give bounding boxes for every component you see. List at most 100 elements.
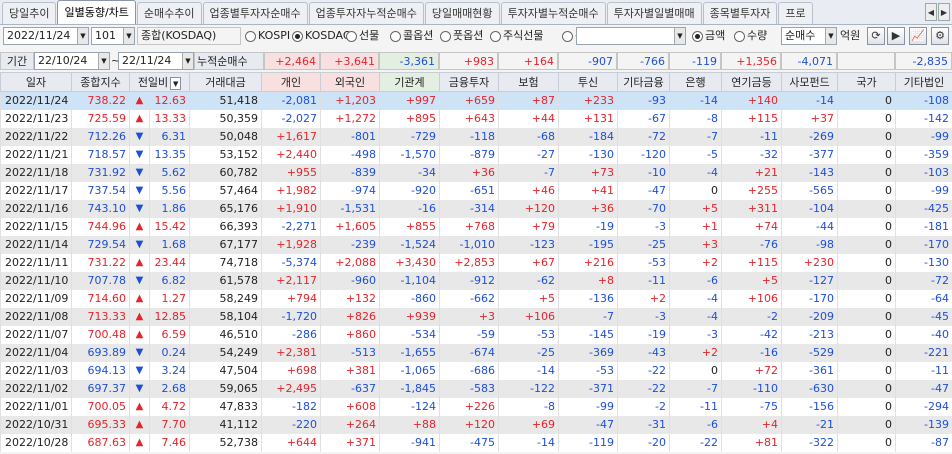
chevron-down-icon[interactable]: ▼ — [123, 28, 134, 44]
col-index[interactable]: 종합지수 — [71, 72, 130, 92]
cell-net-buy: -145 — [558, 325, 618, 344]
cell-net-buy: -72 — [617, 127, 670, 146]
table-row[interactable]: 2022/10/31 695.33 ▲ 7.70 41,112 -220 +264 +88 +1… — [0, 415, 952, 434]
table-row[interactable]: 2022/11/10 707.78 ▼ 6.82 61,578 +2,117 -960 -1,… — [0, 271, 952, 290]
tab-next-icon[interactable]: ▶ — [938, 3, 950, 21]
table-row[interactable]: 2022/11/07 700.48 ▲ 6.59 46,510 -286 +860 -534-… — [0, 325, 952, 344]
gear-icon[interactable]: ⚙ — [931, 27, 949, 45]
cell-net-buy: +1,605 — [320, 217, 380, 236]
table-row[interactable]: 2022/11/08 713.33 ▲ 12.85 58,104 -1,720 +826 +9… — [0, 307, 952, 326]
col-foreign[interactable]: 외국인 — [320, 72, 380, 92]
market-code-select[interactable]: 101 ▼ — [91, 27, 135, 45]
radio-icon[interactable] — [292, 30, 303, 42]
table-row[interactable]: 2022/11/18 731.92 ▼ 5.62 60,782 +955 -839 -34 +3… — [0, 163, 952, 182]
radio-icon[interactable] — [390, 30, 401, 42]
table-row[interactable]: 2022/11/11 731.22 ▲ 23.44 74,718 -5,374 +2,088… — [0, 253, 952, 272]
tab-2[interactable]: 순매수추이 — [136, 2, 202, 24]
col-other-corp[interactable]: 기타법인 — [895, 72, 952, 92]
cum-value: +3,641 — [320, 52, 379, 70]
radio-icon[interactable] — [490, 30, 501, 42]
col-institution[interactable]: 기관계 — [379, 72, 440, 92]
table-row[interactable]: 2022/11/24 738.22 ▲ 12.63 51,418 -2,081 +1,203… — [0, 91, 952, 110]
mode-select[interactable]: 순매수 ▼ — [781, 27, 837, 45]
col-financial-investment[interactable]: 금융투자 — [439, 72, 499, 92]
cell-net-buy: 0 — [837, 199, 896, 218]
cell-net-buy: -104 — [781, 199, 838, 218]
table-row[interactable]: 2022/11/22 712.26 ▼ 6.31 50,048 +1,617 -801 -72… — [0, 127, 952, 146]
weekly-option-select[interactable]: ▼ — [576, 27, 686, 45]
col-individual[interactable]: 개인 — [261, 72, 321, 92]
chevron-down-icon[interactable]: ▼ — [674, 28, 685, 44]
tab-6[interactable]: 투자자별누적순매수 — [500, 2, 606, 24]
table-row[interactable]: 2022/11/03 694.13 ▼ 3.24 47,504 +698 +381 -1,06… — [0, 361, 952, 380]
cell-volume: 67,177 — [189, 235, 262, 254]
cell-net-buy: +768 — [439, 217, 499, 236]
table-row[interactable]: 2022/11/01 700.05 ▲ 4.72 47,833 -182 +608 -124 +… — [0, 397, 952, 416]
chevron-down-icon[interactable]: ▼ — [825, 28, 836, 44]
cell-net-buy: -123 — [498, 235, 559, 254]
chevron-down-icon[interactable]: ▼ — [182, 53, 193, 69]
tab-prev-icon[interactable]: ◀ — [925, 3, 937, 21]
table-row[interactable]: 2022/11/15 744.96 ▲ 15.42 66,393 -2,271 +1,605… — [0, 217, 952, 236]
radio-icon[interactable] — [734, 30, 745, 42]
next-icon[interactable]: ▶ — [887, 27, 905, 45]
chevron-down-icon[interactable]: ▼ — [77, 28, 88, 44]
radio-market-4[interactable]: 풋옵션 — [440, 28, 483, 44]
table-row[interactable]: 2022/11/23 725.59 ▲ 13.33 50,359 -2,027 +1,272… — [0, 109, 952, 128]
table-row[interactable]: 2022/11/21 718.57 ▼ 13.35 53,152 +2,440 -498 -1… — [0, 145, 952, 164]
tab-5[interactable]: 당일매매현황 — [424, 2, 500, 24]
radio-market-2[interactable]: 선물 — [346, 28, 379, 44]
col-state[interactable]: 국가 — [837, 72, 896, 92]
col-change[interactable]: 전일비 ▼ — [129, 72, 190, 92]
radio-icon[interactable] — [245, 30, 256, 42]
col-investment-trust[interactable]: 투신 — [558, 72, 618, 92]
cell-volume: 47,504 — [189, 361, 262, 380]
table-row[interactable]: 2022/11/14 729.54 ▼ 1.68 67,177 +1,928 -239 -1,… — [0, 235, 952, 254]
col-private-fund[interactable]: 사모펀드 — [781, 72, 838, 92]
tab-1[interactable]: 일별동향/차트 — [57, 0, 136, 24]
table-row[interactable]: 2022/11/02 697.37 ▼ 2.68 59,065 +2,495 -637 -1,… — [0, 379, 952, 398]
radio-icon[interactable] — [440, 30, 451, 42]
radio-unit-0[interactable]: 금액 — [692, 28, 725, 44]
chart-icon[interactable]: 📈 — [909, 27, 927, 45]
cell-change: 5.56 — [149, 181, 190, 200]
cell-net-buy: -170 — [895, 235, 952, 254]
period-start[interactable]: 22/10/24 ▼ — [34, 52, 110, 70]
radio-market-1[interactable]: KOSDAQ — [292, 28, 352, 44]
tab-0[interactable]: 당일추이 — [2, 2, 57, 24]
table-row[interactable]: 2022/11/16 743.10 ▼ 1.86 65,176 +1,910 -1,531-… — [0, 199, 952, 218]
col-date[interactable]: 일자 — [0, 72, 72, 92]
col-volume[interactable]: 거래대금 — [189, 72, 262, 92]
radio-market-3[interactable]: 콜옵션 — [390, 28, 433, 44]
col-pension[interactable]: 연기금등 — [721, 72, 782, 92]
cell-net-buy: -239 — [320, 235, 380, 254]
table-row[interactable]: 2022/11/09 714.60 ▲ 1.27 58,249 +794 +132 -860-… — [0, 289, 952, 308]
tab-4[interactable]: 업종투자자누적순매수 — [308, 2, 424, 24]
sort-down-icon[interactable]: ▼ — [170, 76, 182, 90]
table-row[interactable]: 2022/11/17 737.54 ▼ 5.56 57,464 +1,982 -974 -92… — [0, 181, 952, 200]
table-row[interactable]: 2022/11/04 693.89 ▼ 0.24 54,249 +2,381 -513 -1,… — [0, 343, 952, 362]
col-bank[interactable]: 은행 — [669, 72, 722, 92]
cell-net-buy: -5,374 — [261, 253, 321, 272]
cell-net-buy: 0 — [837, 433, 896, 452]
radio-icon[interactable] — [692, 30, 703, 42]
tab-9[interactable]: 프로 — [778, 2, 813, 24]
date-picker[interactable]: 2022/11/24 ▼ — [3, 27, 89, 45]
refresh-icon[interactable]: ⟳ — [867, 27, 885, 45]
radio-market-0[interactable]: KOSPI — [245, 28, 290, 44]
tab-7[interactable]: 투자자별일별매매 — [606, 2, 702, 24]
chevron-down-icon[interactable]: ▼ — [98, 53, 109, 69]
radio-icon[interactable] — [346, 30, 357, 42]
col-insurance[interactable]: 보험 — [498, 72, 559, 92]
radio-market-5[interactable]: 주식선물 — [490, 28, 543, 44]
triangle-down-icon: ▼ — [129, 145, 150, 164]
tab-8[interactable]: 종목별투자자 — [702, 2, 778, 24]
col-other-finance[interactable]: 기타금융 — [617, 72, 670, 92]
radio-unit-1[interactable]: 수량 — [734, 28, 767, 44]
cell-net-buy: -139 — [895, 415, 952, 434]
tab-3[interactable]: 업종별투자자순매수 — [202, 2, 308, 24]
radio-icon[interactable] — [562, 30, 573, 42]
period-end[interactable]: 22/11/24 ▼ — [118, 52, 194, 70]
triangle-up-icon: ▲ — [129, 253, 150, 272]
table-row[interactable]: 2022/10/28 687.63 ▲ 7.46 52,738 +644 +371 -941-… — [0, 433, 952, 452]
